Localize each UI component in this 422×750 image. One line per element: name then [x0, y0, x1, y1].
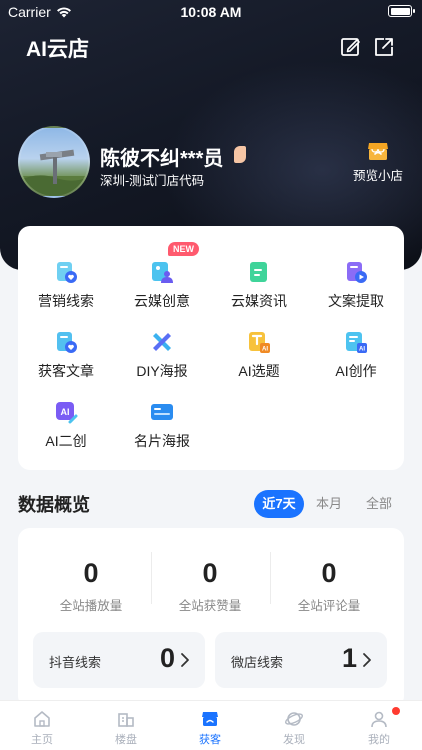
chevron-right-icon — [363, 653, 371, 667]
app-title: AI云店 — [26, 38, 89, 61]
stat-comments: 0 全站评论量 — [270, 558, 388, 614]
image-person-icon — [152, 262, 173, 283]
weidian-leads-button[interactable]: 微店线索 1 — [215, 632, 387, 688]
share-icon[interactable] — [373, 36, 395, 58]
feature-copy-extract[interactable]: 文案提取 — [308, 246, 404, 309]
tab-home[interactable]: 主页 — [0, 709, 84, 747]
tab-label: 主页 — [31, 734, 53, 746]
tab-label: 楼盘 — [115, 734, 137, 746]
feature-label: AI二创 — [45, 433, 87, 449]
card-icon — [151, 404, 173, 420]
ai-remix-icon: AI — [56, 402, 78, 424]
feature-marketing-leads[interactable]: 营销线索 — [18, 246, 114, 309]
doc-heart-blue-icon — [57, 332, 77, 353]
ai-topic-icon: AI — [249, 332, 270, 353]
lead-count: 0 — [159, 643, 175, 673]
stat-label: 全站评论量 — [297, 599, 361, 613]
stat-label: 全站播放量 — [59, 599, 123, 613]
feature-diy-poster[interactable]: DIY海报 — [114, 316, 210, 379]
stat-likes: 0 全站获赞量 — [151, 558, 269, 614]
tab-all[interactable]: 全部 — [356, 490, 402, 518]
feature-grid: 营销线索 云媒创意 云媒资讯 文案提取 获客文章 DIY海报 AI AI选题 A… — [18, 226, 404, 470]
feature-card-poster[interactable]: 名片海报 — [114, 386, 210, 449]
tab-buildings[interactable]: 楼盘 — [84, 709, 168, 747]
tab-this-month[interactable]: 本月 — [306, 490, 352, 518]
role-tag-icon — [234, 146, 246, 163]
notification-dot — [392, 707, 400, 715]
status-time: 10:08 AM — [180, 4, 242, 20]
douyin-leads-button[interactable]: 抖音线索 0 — [33, 632, 205, 688]
stat-value: 0 — [202, 558, 218, 588]
lead-name: 微店线索 — [231, 655, 284, 670]
doc-play-icon — [347, 262, 367, 283]
stat-plays: 0 全站播放量 — [32, 558, 150, 614]
feature-label: DIY海报 — [136, 363, 188, 379]
feature-label: 云媒创意 — [134, 293, 190, 309]
stat-label: 全站获赞量 — [178, 599, 242, 613]
battery-icon — [388, 5, 415, 17]
stat-value: 0 — [83, 558, 99, 588]
feature-ai-remix[interactable]: AI AI二创 — [18, 386, 114, 449]
svg-text:AI: AI — [262, 347, 268, 353]
svg-text:AI: AI — [61, 407, 70, 417]
feature-cloud-news[interactable]: 云媒资讯 — [211, 246, 307, 309]
preview-store-label: 预览小店 — [352, 169, 403, 183]
new-badge: NEW — [168, 242, 199, 256]
status-bar: Carrier 10:08 AM — [0, 0, 422, 24]
home-icon — [34, 711, 50, 727]
feature-lead-articles[interactable]: 获客文章 — [18, 316, 114, 379]
brush-icon — [153, 333, 171, 351]
chevron-right-icon — [181, 653, 189, 667]
shop-icon — [368, 143, 388, 160]
store-name: 深圳-测试门店代码 — [100, 174, 205, 188]
feature-label: 营销线索 — [38, 293, 94, 309]
tab-label: 发现 — [283, 734, 305, 746]
edit-icon[interactable] — [340, 36, 362, 58]
tab-discover[interactable]: 发现 — [252, 709, 336, 747]
feature-label: 获客文章 — [38, 363, 94, 379]
bottom-tab-bar: 主页 楼盘 获客 发现 我的 — [0, 700, 422, 750]
svg-text:AI: AI — [359, 347, 365, 353]
feature-label: 文案提取 — [328, 293, 384, 309]
period-tabs: 近7天 本月 全部 — [254, 490, 404, 518]
feature-ai-topic[interactable]: AI AI选题 — [211, 316, 307, 379]
person-icon — [371, 711, 387, 728]
planet-icon — [285, 712, 303, 726]
feature-label: AI创作 — [335, 363, 377, 379]
overview-title: 数据概览 — [18, 495, 90, 515]
building-icon — [118, 713, 134, 727]
tab-label: 我的 — [368, 734, 390, 746]
preview-store-button[interactable]: 预览小店 — [350, 141, 406, 184]
store-icon — [202, 712, 218, 726]
stat-value: 0 — [321, 558, 337, 588]
feature-label: 云媒资讯 — [231, 293, 287, 309]
lead-count: 1 — [341, 643, 357, 673]
doc-green-icon — [250, 262, 267, 282]
ai-create-icon: AI — [346, 332, 367, 353]
lead-name: 抖音线索 — [49, 655, 102, 670]
tab-profile[interactable]: 我的 — [337, 709, 421, 747]
overview-card: 0 全站播放量 0 全站获赞量 0 全站评论量 抖音线索 0 微店线索 1 — [18, 528, 404, 708]
tab-label: 获客 — [199, 734, 221, 746]
tab-7-days[interactable]: 近7天 — [254, 490, 304, 518]
tab-acquire[interactable]: 获客 — [168, 709, 252, 747]
feature-ai-create[interactable]: AI AI创作 — [308, 316, 404, 379]
doc-heart-icon — [57, 262, 77, 283]
avatar[interactable] — [18, 126, 90, 198]
user-name: 陈彼不纠***员 — [100, 148, 224, 170]
feature-label: AI选题 — [238, 363, 280, 379]
feature-label: 名片海报 — [134, 433, 190, 449]
